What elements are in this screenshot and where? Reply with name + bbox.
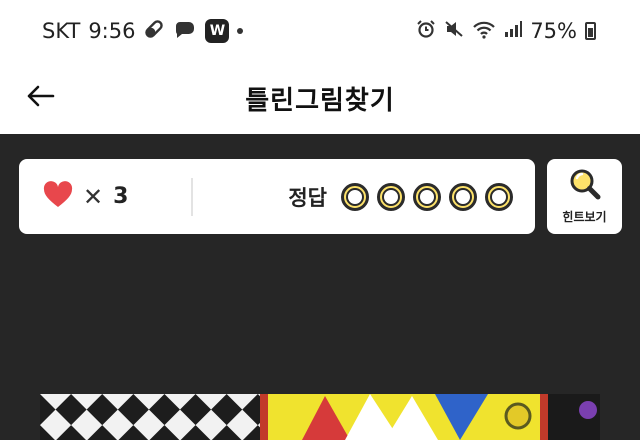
chat-bubble-icon [173,18,197,45]
battery-percent: 75% [530,19,577,43]
status-left: SKT 9:56 W [42,18,244,45]
arrow-left-icon [25,84,55,112]
wifi-icon [472,19,496,44]
score-divider [191,177,193,216]
page-title: 틀린그림찾기 [245,85,395,116]
clock: 9:56 [88,19,136,43]
carrier-label: SKT [42,19,81,43]
notification-dot [237,28,244,34]
answer-slot [413,182,441,211]
answer-slot [485,182,513,211]
status-bar: SKT 9:56 W 75% [0,0,640,62]
heart-icon [43,180,73,213]
hint-label: 힌트보기 [562,210,607,224]
times-symbol: ✕ [83,182,104,211]
app-bar: 틀린그림찾기 [0,62,640,134]
score-card: ✕ 3 정답 [19,159,535,234]
hint-button[interactable]: 힌트보기 [547,159,622,234]
lives-counter: ✕ 3 [19,180,191,213]
answers-label: 정답 [288,185,327,210]
alarm-icon [416,19,436,44]
back-button[interactable] [20,78,60,118]
answer-slot [341,182,369,211]
w-app-icon: W [205,19,230,43]
mute-icon [444,19,464,44]
answer-slot [449,182,477,211]
answer-slot [377,182,405,211]
lives-count: 3 [113,184,129,209]
battery-icon [585,22,596,40]
status-right: 75% [416,19,596,44]
puzzle-image[interactable] [40,394,600,440]
pill-icon [143,18,165,45]
magnifier-icon [568,168,602,204]
answers-tracker: 정답 [288,182,535,212]
signal-icon [504,19,523,43]
